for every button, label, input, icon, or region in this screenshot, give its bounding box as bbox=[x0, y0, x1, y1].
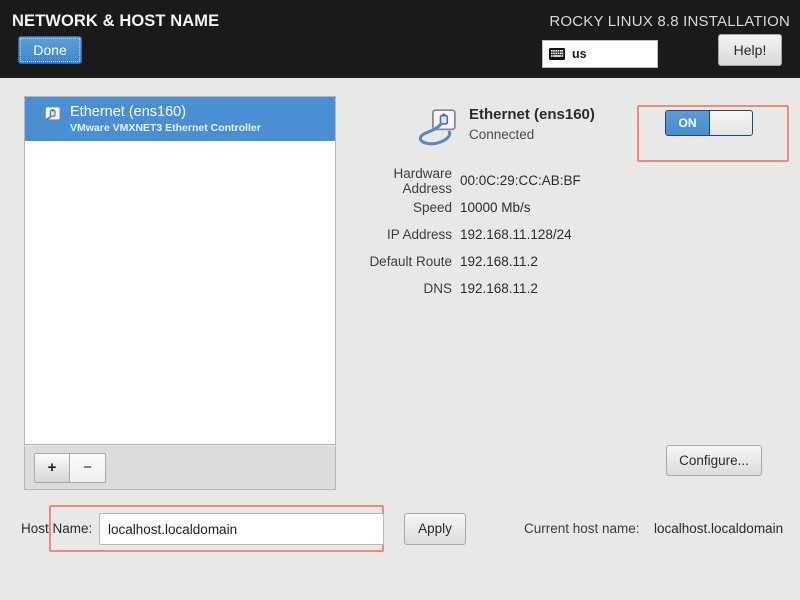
wired-network-icon bbox=[35, 106, 61, 131]
detail-label: IP Address bbox=[386, 227, 452, 242]
configure-button[interactable]: Configure... bbox=[666, 445, 762, 476]
device-detail-titles: Ethernet (ens160) Connected bbox=[469, 104, 595, 142]
keyboard-layout-label: us bbox=[572, 47, 587, 61]
detail-value: 00:0C:29:CC:AB:BF bbox=[460, 173, 581, 188]
detail-value: 192.168.11.2 bbox=[460, 281, 538, 296]
page-title: NETWORK & HOST NAME bbox=[12, 12, 220, 30]
product-title: ROCKY LINUX 8.8 INSTALLATION bbox=[549, 13, 790, 30]
detail-row-default-route: Default Route 192.168.11.2 bbox=[350, 248, 650, 275]
help-button[interactable]: Help! bbox=[718, 34, 782, 66]
toggle-on-label: ON bbox=[666, 111, 709, 135]
current-hostname-label: Current host name: bbox=[524, 521, 640, 536]
detail-row-dns: DNS 192.168.11.2 bbox=[350, 275, 650, 302]
current-hostname-value: localhost.localdomain bbox=[654, 521, 784, 536]
detail-value: 192.168.11.2 bbox=[460, 254, 538, 269]
detail-label: DNS bbox=[423, 281, 452, 296]
network-device-list[interactable]: Ethernet (ens160) VMware VMXNET3 Etherne… bbox=[24, 96, 336, 445]
detail-value: 10000 Mb/s bbox=[460, 200, 531, 215]
done-button[interactable]: Done bbox=[18, 36, 82, 64]
device-detail-title: Ethernet (ens160) bbox=[469, 106, 595, 123]
device-description: VMware VMXNET3 Ethernet Controller bbox=[70, 121, 261, 134]
connection-status: Connected bbox=[469, 127, 535, 142]
detail-label: Default Route bbox=[369, 254, 452, 269]
detail-value: 192.168.11.128/24 bbox=[460, 227, 572, 242]
apply-button[interactable]: Apply bbox=[404, 513, 466, 545]
add-device-button[interactable]: + bbox=[34, 452, 70, 483]
device-detail-header: Ethernet (ens160) Connected bbox=[415, 104, 595, 150]
list-item-text: Ethernet (ens160) VMware VMXNET3 Etherne… bbox=[70, 104, 261, 134]
detail-label: Hardware Address bbox=[393, 165, 452, 196]
detail-row-ip-address: IP Address 192.168.11.128/24 bbox=[350, 221, 650, 248]
list-item[interactable]: Ethernet (ens160) VMware VMXNET3 Etherne… bbox=[25, 97, 335, 141]
keyboard-layout-indicator[interactable]: us bbox=[542, 40, 658, 68]
hostname-label: Host Name: bbox=[21, 521, 93, 536]
wired-network-icon bbox=[418, 109, 456, 146]
top-header-bar: NETWORK & HOST NAME ROCKY LINUX 8.8 INST… bbox=[0, 0, 800, 78]
device-name: Ethernet (ens160) bbox=[70, 104, 187, 121]
device-detail-table: Hardware Address 00:0C:29:CC:AB:BF Speed… bbox=[350, 165, 650, 302]
remove-device-button[interactable]: − bbox=[70, 452, 106, 483]
device-list-toolbar: + − bbox=[24, 446, 336, 490]
toggle-knob[interactable] bbox=[708, 111, 752, 135]
detail-row-hardware-address: Hardware Address 00:0C:29:CC:AB:BF bbox=[350, 165, 650, 196]
detail-row-speed: Speed 10000 Mb/s bbox=[350, 194, 650, 221]
detail-label: Speed bbox=[412, 200, 452, 215]
keyboard-icon bbox=[549, 48, 565, 60]
network-on-off-toggle[interactable]: ON bbox=[665, 110, 753, 136]
hostname-input[interactable] bbox=[99, 513, 384, 545]
